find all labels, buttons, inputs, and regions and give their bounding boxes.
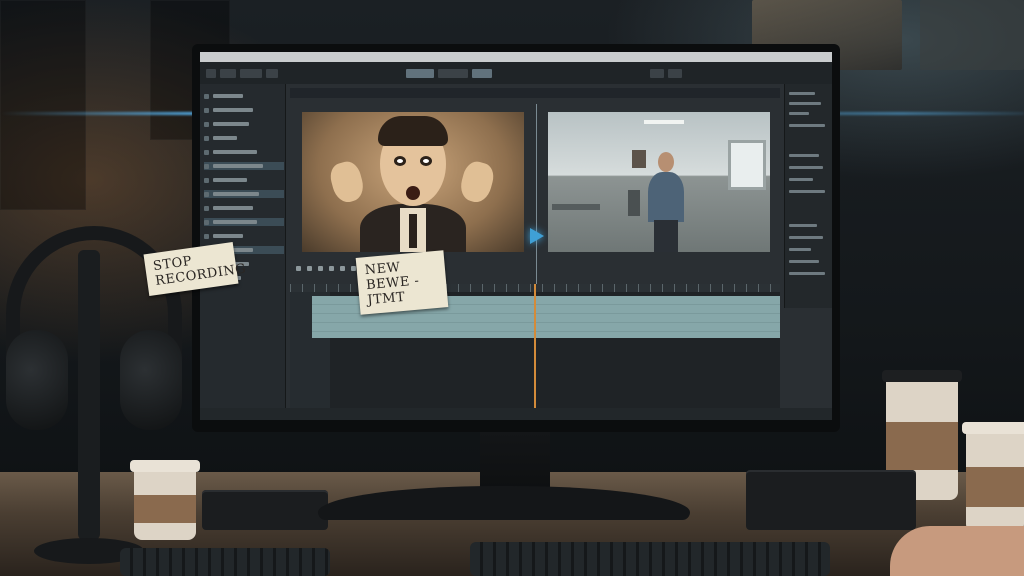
media-item[interactable] xyxy=(204,92,243,100)
media-item[interactable] xyxy=(204,148,257,156)
hair xyxy=(378,116,448,146)
acoustic-panel xyxy=(0,0,86,210)
hand xyxy=(890,526,1024,576)
inspector-row[interactable] xyxy=(789,112,809,115)
inspector-row[interactable] xyxy=(789,178,813,181)
eye xyxy=(394,156,406,166)
toolbar-button[interactable] xyxy=(438,68,468,78)
clip-icon xyxy=(204,233,209,239)
control-box xyxy=(746,470,916,530)
figure-body xyxy=(648,172,684,222)
figure-head xyxy=(658,152,674,172)
source-viewer[interactable] xyxy=(302,112,524,252)
menu-bar[interactable] xyxy=(200,52,832,62)
editor-screen xyxy=(200,52,832,420)
chair-prop xyxy=(628,190,640,216)
toolbar-button[interactable] xyxy=(406,68,434,78)
sticky-note-new-scene: NEW BEWE - JTMT xyxy=(355,250,449,315)
media-item[interactable] xyxy=(204,218,284,226)
keyboard xyxy=(470,542,830,576)
headphone-earcup xyxy=(6,330,68,430)
inspector-row[interactable] xyxy=(789,224,817,227)
clip-icon xyxy=(204,205,209,211)
toolbar-button[interactable] xyxy=(472,68,492,78)
loop-icon[interactable] xyxy=(351,265,356,271)
hand xyxy=(457,158,497,206)
figure-legs xyxy=(654,220,678,252)
wall-frame xyxy=(632,150,646,168)
audio-interface xyxy=(202,490,328,530)
window xyxy=(728,140,766,190)
inspector-panel xyxy=(784,84,832,308)
inspector-row[interactable] xyxy=(789,272,825,275)
rewind-icon[interactable] xyxy=(296,265,301,271)
play-arrow-icon[interactable] xyxy=(530,228,544,244)
toolbar-button[interactable] xyxy=(240,68,262,78)
desk-prop xyxy=(552,204,600,210)
media-item[interactable] xyxy=(204,204,253,212)
media-item[interactable] xyxy=(204,190,284,198)
toolbar-button[interactable] xyxy=(266,68,278,78)
program-viewer[interactable] xyxy=(548,112,770,252)
media-item[interactable] xyxy=(204,232,243,240)
toolbar xyxy=(200,62,832,84)
clip-icon xyxy=(204,163,209,169)
clip-icon xyxy=(204,149,209,155)
fast-forward-icon[interactable] xyxy=(340,265,345,271)
toolbar-button[interactable] xyxy=(668,68,682,78)
folder-icon xyxy=(204,135,209,141)
keyboard xyxy=(120,548,330,576)
media-item[interactable] xyxy=(204,176,247,184)
status-bar xyxy=(200,408,832,420)
coffee-cup xyxy=(962,422,1024,532)
inspector-row[interactable] xyxy=(789,154,819,157)
coffee-cup xyxy=(130,460,200,540)
folder-icon xyxy=(204,93,209,99)
playhead[interactable] xyxy=(534,284,536,408)
tie xyxy=(409,214,417,248)
media-item[interactable] xyxy=(204,162,284,170)
step-forward-icon[interactable] xyxy=(329,265,334,271)
inspector-row[interactable] xyxy=(789,124,825,127)
inspector-row[interactable] xyxy=(789,248,811,251)
eye xyxy=(420,156,432,166)
inspector-row[interactable] xyxy=(789,166,823,169)
toolbar-button[interactable] xyxy=(220,68,236,78)
mouth xyxy=(406,186,420,200)
viewer-header xyxy=(290,88,780,98)
inspector-row[interactable] xyxy=(789,102,821,105)
play-icon[interactable] xyxy=(318,265,323,271)
toolbar-button[interactable] xyxy=(206,68,216,78)
step-back-icon[interactable] xyxy=(307,265,312,271)
folder-icon xyxy=(204,121,209,127)
media-item[interactable] xyxy=(204,120,249,128)
ceiling-light xyxy=(644,120,684,124)
headphone-earcup xyxy=(120,330,182,430)
folder-icon xyxy=(204,107,209,113)
hand xyxy=(327,158,367,206)
inspector-row[interactable] xyxy=(789,260,819,263)
inspector-row[interactable] xyxy=(789,236,823,239)
media-item[interactable] xyxy=(204,106,253,114)
clip-icon xyxy=(204,219,209,225)
background-monitor xyxy=(920,0,1024,70)
media-item[interactable] xyxy=(204,134,237,142)
inspector-row[interactable] xyxy=(789,92,815,95)
toolbar-button[interactable] xyxy=(650,68,664,78)
clip-icon xyxy=(204,177,209,183)
inspector-row[interactable] xyxy=(789,190,825,193)
clip-icon xyxy=(204,191,209,197)
